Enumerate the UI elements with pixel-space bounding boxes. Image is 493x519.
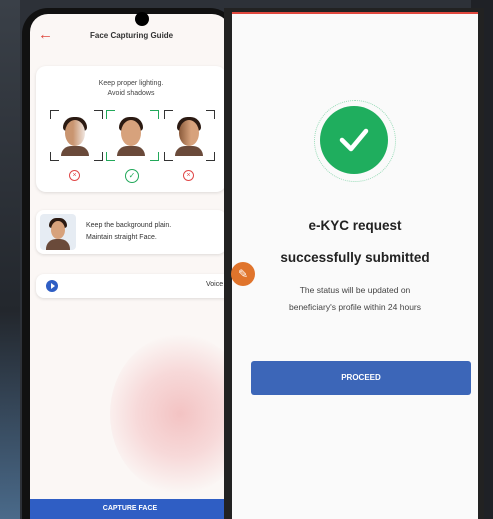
frame-corner: [50, 152, 59, 161]
status-message-line2: beneficiary's profile within 24 hours: [288, 302, 422, 312]
face-thumbnail: [40, 214, 76, 250]
success-title-line2: successfully submitted: [280, 250, 430, 265]
background-tip-card: Keep the background plain. Maintain stra…: [36, 210, 226, 254]
tip-background-line1: Keep the background plain.: [86, 222, 172, 229]
voice-label: Voice: [206, 281, 224, 288]
ok-status-icon: ✓: [125, 169, 139, 183]
frame-corner: [150, 110, 159, 119]
bad-status-icon: ×: [69, 170, 80, 181]
frame-corner: [206, 152, 215, 161]
edit-icon[interactable]: ✎: [231, 262, 255, 286]
top-bar: ← Face Capturing Guide: [30, 14, 230, 56]
frame-corner: [150, 152, 159, 161]
face-example-shadow: [172, 116, 206, 156]
status-bar-accent: [232, 12, 478, 14]
ekyc-success-screen: e-KYC request successfully submitted The…: [232, 12, 478, 519]
frame-corner: [50, 110, 59, 119]
background-left: [0, 0, 20, 519]
frame-corner: [106, 110, 115, 119]
face-example-dark: [58, 116, 92, 156]
frame-corner: [164, 110, 173, 119]
face-example-good: [114, 116, 148, 156]
frame-corner: [94, 110, 103, 119]
tip-lighting-line2: Avoid shadows: [107, 90, 155, 97]
proceed-button[interactable]: PROCEED: [251, 361, 471, 395]
camera-notch: [135, 12, 149, 26]
tip-background-line2: Maintain straight Face.: [86, 234, 157, 241]
tip-lighting-line1: Keep proper lighting.: [98, 80, 164, 87]
status-message-line1: The status will be updated on: [299, 285, 411, 295]
play-icon[interactable]: [46, 280, 58, 292]
voice-guide-row[interactable]: Voice: [36, 274, 230, 298]
lighting-tip-card: Keep proper lighting. Avoid shadows × ✓ …: [36, 66, 226, 192]
page-title: Face Capturing Guide: [90, 31, 174, 40]
bad-status-icon: ×: [183, 170, 194, 181]
capture-face-button[interactable]: CAPTURE FACE: [30, 499, 230, 519]
decorative-blob: [110, 334, 230, 494]
frame-corner: [106, 152, 115, 161]
frame-corner: [94, 152, 103, 161]
frame-corner: [164, 152, 173, 161]
success-title-line1: e-KYC request: [308, 218, 402, 233]
back-arrow-icon[interactable]: ←: [38, 27, 53, 42]
check-icon: [339, 128, 369, 152]
frame-corner: [206, 110, 215, 119]
success-illustration: [314, 100, 396, 182]
face-guide-screen: ← Face Capturing Guide Keep proper light…: [30, 14, 230, 519]
